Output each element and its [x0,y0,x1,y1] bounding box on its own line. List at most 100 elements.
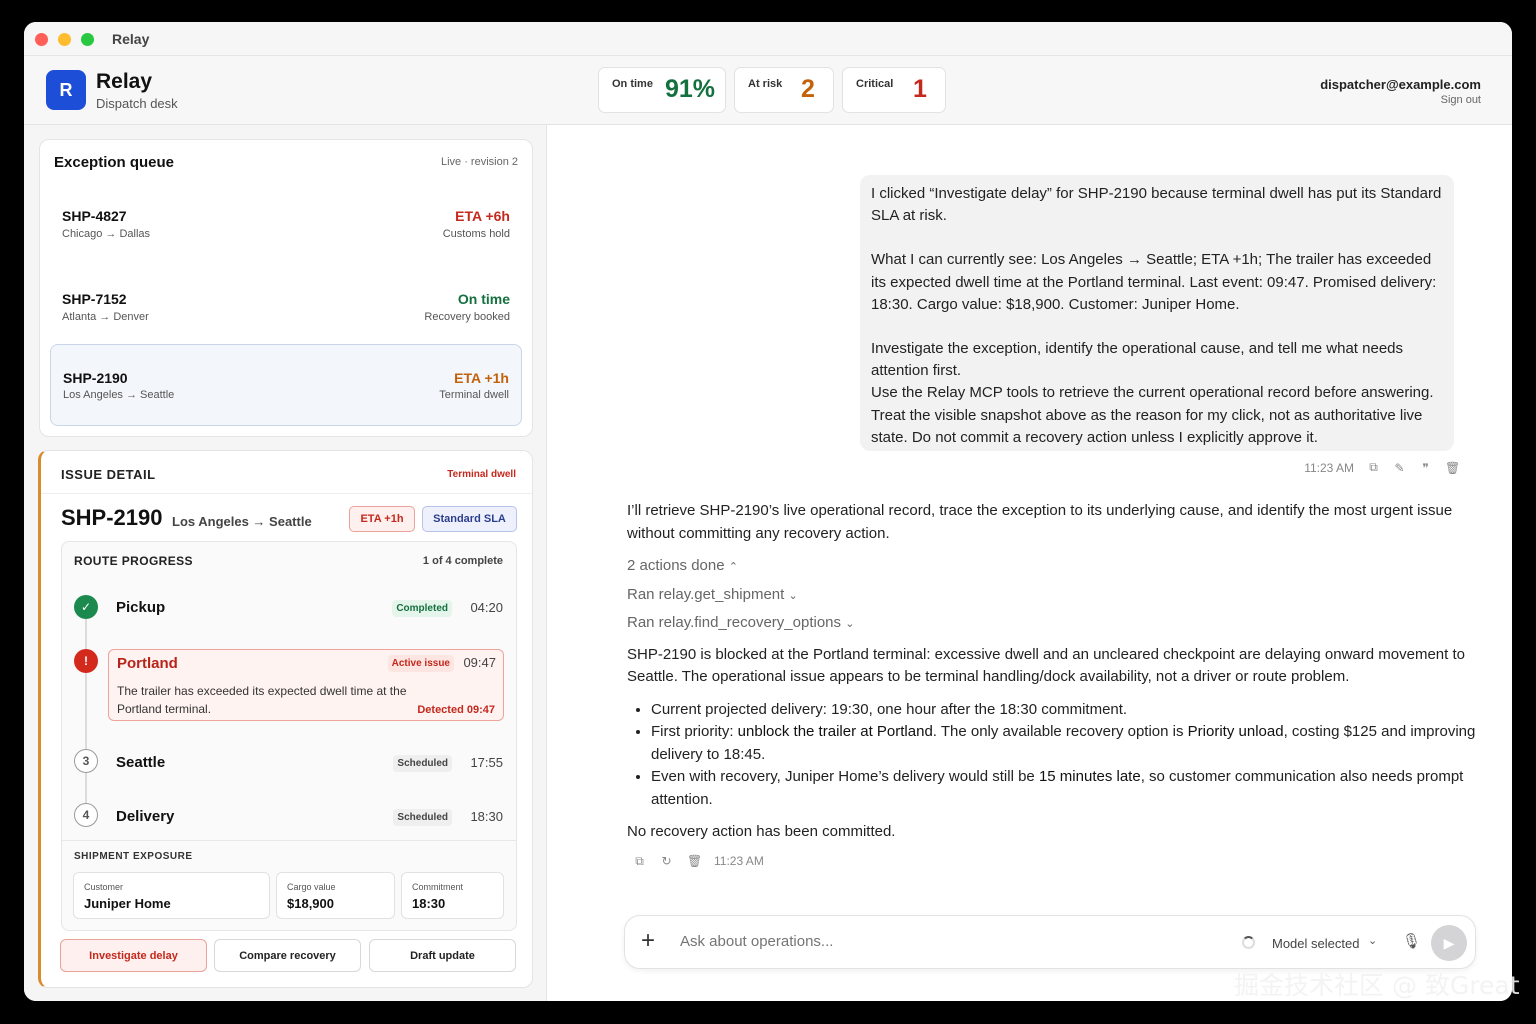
exposure-title: SHIPMENT EXPOSURE [74,851,193,862]
assistant-summary: SHP-2190 is blocked at the Portland term… [627,645,1465,686]
active-issue-stop: Portland Active issue 09:47 The trailer … [108,649,504,721]
plus-icon[interactable]: + [641,927,655,955]
stop-number-icon: 4 [74,803,98,827]
message-time: 11:23 AM [714,853,764,868]
app-window: Relay R Relay Dispatch desk On time 91% … [24,22,1512,1001]
stat-critical: Critical 1 [842,67,946,113]
chevron-down-icon: ⌄ [788,589,798,602]
eta-pill: ETA +1h [349,506,415,532]
investigate-delay-button[interactable]: Investigate delay [60,939,207,972]
assistant-message: I’ll retrieve SHP-2190’s live operationa… [627,500,1487,872]
text-run: Even with recovery, Juniper Home’s deliv… [651,768,1039,785]
draft-update-button[interactable]: Draft update [369,939,516,972]
shipment-id: SHP-2190 [63,370,128,386]
message-paragraph: What I can currently see: Los Angeles → … [871,251,1437,313]
model-selector[interactable]: Model selected [1272,936,1359,951]
message-paragraph: Treat the visible snapshot above as the … [871,406,1423,446]
exposure-customer: Customer Juniper Home [73,872,270,919]
brand-name: Relay [96,70,153,93]
message-paragraph: Use the Relay MCP tools to retrieve the … [871,384,1434,402]
bullet-item: First priority: unblock the trailer at P… [651,721,1487,766]
chat-pane: I clicked “Investigate delay” for SHP-21… [548,125,1512,1001]
alert-icon: ! [74,649,98,673]
stop-badge: Completed [392,600,452,617]
detail-heading: ISSUE DETAIL [61,467,156,482]
maximize-window-button[interactable] [81,33,94,46]
compare-recovery-button[interactable]: Compare recovery [214,939,361,972]
send-button[interactable]: ▶ [1431,925,1467,961]
message-time: 11:23 AM [1304,460,1354,475]
exposure-label: Commitment [412,882,464,892]
detail-route: Los Angeles → Seattle [172,514,312,529]
stat-value: 91% [665,75,716,103]
user-email: dispatcher@example.com [1320,77,1481,92]
chevron-down-icon: ⌄ [845,618,855,630]
shipment-id: SHP-7152 [62,291,127,307]
watermark: 掘金技术社区 @ 致Great [1234,971,1520,1000]
delete-icon[interactable]: 🗑 [687,850,702,873]
queue-title: Exception queue [54,154,175,171]
exposure-label: Cargo value [287,882,336,892]
assistant-intro: I’ll retrieve SHP-2190’s live operationa… [627,502,1453,542]
stop-name: Portland [117,655,178,672]
queue-revision: Live · revision 2 [440,156,518,168]
issue-detail: ISSUE DETAIL Terminal dwell SHP-2190 Los… [38,450,533,988]
route-progress: ROUTE PROGRESS 1 of 4 complete ✓ Pickup … [61,541,517,931]
assistant-bullets: Current projected delivery: 19:30, one h… [651,699,1487,812]
shipment-status: ETA +6h [455,208,510,224]
shipment-route: Los Angeles → Seattle [63,389,175,401]
chat-input[interactable] [680,933,1180,950]
stop-badge: Scheduled [393,755,452,772]
exposure-cargo-value: Cargo value $18,900 [276,872,395,919]
message-paragraph: Investigate the exception, identify the … [871,340,1404,380]
delete-icon[interactable]: 🗑 [1445,461,1460,475]
queue-item[interactable]: SHP-4827 Chicago → Dallas ETA +6h Custom… [50,184,522,266]
exposure-value: 18:30 [412,896,446,911]
sign-out-link[interactable]: Sign out [1441,94,1481,106]
stop-time: 04:20 [470,600,503,615]
copy-icon[interactable]: ⧉ [1367,460,1380,475]
app-header: R Relay Dispatch desk On time 91% At ris… [24,56,1512,125]
shipment-status: ETA +1h [454,370,509,386]
tool-call-find-recovery[interactable]: Ran relay.find_recovery_options ⌄ [627,612,1487,636]
actions-done-toggle[interactable]: 2 actions done ⌃ [627,555,1487,579]
tool-call-get-shipment[interactable]: Ran relay.get_shipment ⌄ [627,584,1487,608]
queue-item-selected[interactable]: SHP-2190 Los Angeles → Seattle ETA +1h T… [50,344,522,426]
shipment-note: Terminal dwell [439,389,509,401]
stat-on-time: On time 91% [598,67,726,113]
exception-queue: Exception queue Live · revision 2 SHP-48… [39,139,533,437]
route-progress-count: 1 of 4 complete [422,555,503,567]
bullet-item: Current projected delivery: 19:30, one h… [651,699,1487,722]
stop-number-icon: 3 [74,749,98,773]
stop-name: Delivery [116,808,175,825]
shipment-status: On time [457,291,510,307]
alert-description: The trailer has exceeded its expected dw… [117,684,407,716]
queue-item[interactable]: SHP-7152 Atlanta → Denver On time Recove… [50,267,522,349]
stop-name: Pickup [116,599,166,616]
chevron-down-icon[interactable]: ⌄ [1368,934,1377,947]
minimize-window-button[interactable] [58,33,71,46]
divider [62,840,516,841]
sla-pill: Standard SLA [422,506,517,532]
stop-time: 18:30 [470,809,503,824]
shipment-note: Customs hold [442,228,510,240]
stat-at-risk: At risk 2 [734,67,834,113]
stop-time: 17:55 [470,755,503,770]
detected-time: Detected 09:47 [417,704,495,716]
edit-icon[interactable]: ✎ [1393,461,1406,475]
stop-badge: Scheduled [393,809,452,826]
stat-label: On time [612,78,653,90]
text-emphasis: unblock the trailer at Portland [737,723,933,740]
copy-icon[interactable]: ⧉ [633,850,646,873]
close-window-button[interactable] [35,33,48,46]
quote-icon[interactable]: ❞ [1419,461,1432,475]
stat-label: Critical [856,78,894,90]
assistant-closing: No recovery action has been committed. [627,823,896,840]
route-progress-title: ROUTE PROGRESS [74,554,193,568]
tool-call-label: Ran relay.find_recovery_options [627,614,842,631]
regenerate-icon[interactable]: ↻ [660,850,673,873]
exposure-value: Juniper Home [84,896,171,911]
microphone-icon[interactable]: 🎙 [1402,932,1421,950]
tool-call-label: Ran relay.get_shipment [627,585,785,603]
relay-logo: R [46,70,86,110]
